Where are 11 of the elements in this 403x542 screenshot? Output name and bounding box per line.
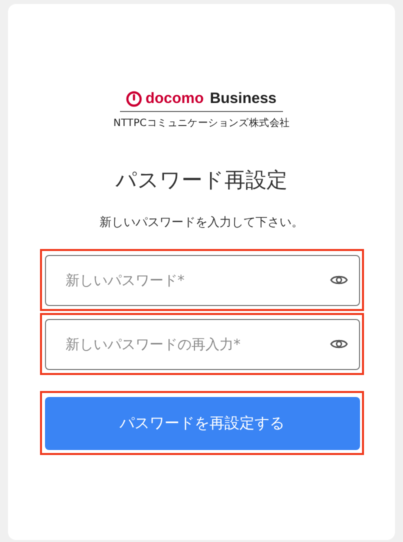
instruction-text: 新しいパスワードを入力して下さい。 bbox=[100, 214, 304, 231]
power-icon bbox=[126, 90, 142, 106]
reset-password-button[interactable]: パスワードを再設定する bbox=[44, 397, 360, 450]
page-title: パスワード再設定 bbox=[116, 167, 288, 194]
password-field[interactable]: 新しいパスワード* bbox=[44, 255, 360, 306]
logo-brand: docomo bbox=[145, 90, 204, 107]
company-name: NTTPCコミュニケーションズ株式会社 bbox=[113, 116, 290, 130]
password-field[interactable]: 新しいパスワードの再入力* bbox=[44, 319, 360, 370]
logo-product: Business bbox=[210, 90, 277, 107]
eye-icon[interactable] bbox=[330, 274, 348, 286]
eye-icon[interactable] bbox=[330, 338, 348, 350]
